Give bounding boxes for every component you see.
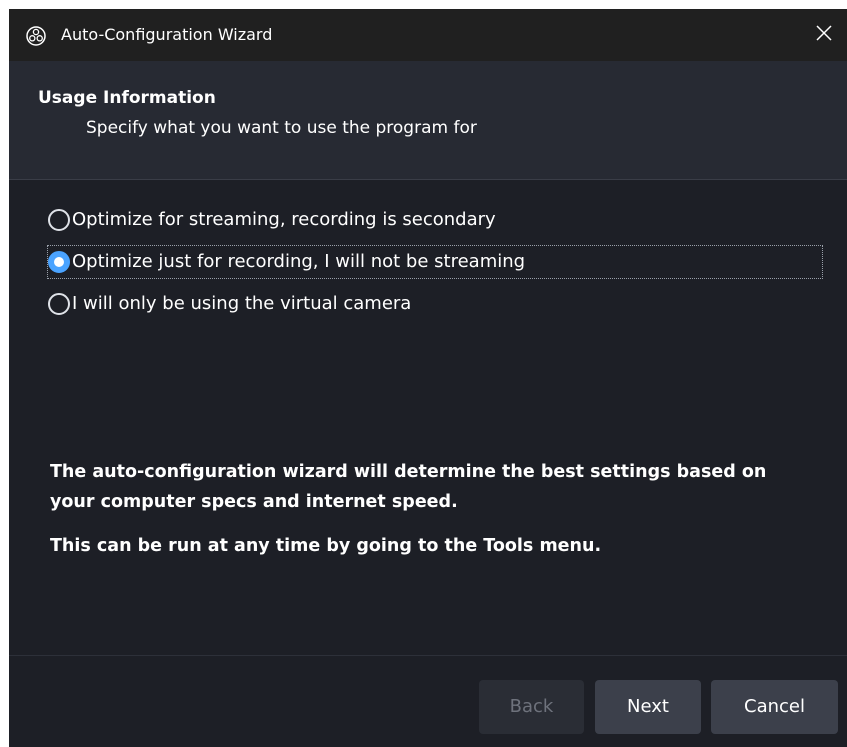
option-virtual-camera-radio[interactable]: I will only be using the virtual camera (48, 288, 822, 320)
title-bar: Auto-Configuration Wizard (9, 9, 847, 61)
footer-divider (9, 655, 847, 656)
option-streaming-radio[interactable]: Optimize for streaming, recording is sec… (48, 204, 822, 236)
option-recording-radio[interactable]: Optimize just for recording, I will not … (47, 245, 823, 279)
option-label: Optimize for streaming, recording is sec… (72, 209, 496, 230)
obs-logo-icon (26, 26, 46, 46)
option-label: I will only be using the virtual camera (72, 293, 412, 314)
page-title: Usage Information (38, 88, 216, 108)
radio-unchecked-icon[interactable] (48, 209, 70, 231)
close-icon (815, 24, 833, 46)
radio-unchecked-icon[interactable] (48, 293, 70, 315)
option-label: Optimize just for recording, I will not … (72, 251, 526, 272)
radio-checked-icon[interactable] (48, 251, 70, 273)
cancel-button[interactable]: Cancel (711, 680, 838, 734)
info-line-settings: The auto-configuration wizard will deter… (50, 462, 767, 512)
window-title: Auto-Configuration Wizard (61, 25, 273, 44)
usage-options-group: Optimize for streaming, recording is sec… (47, 204, 823, 330)
info-line-tools: This can be run at any time by going to … (50, 536, 602, 556)
next-button[interactable]: Next (595, 680, 701, 734)
info-text: The auto-configuration wizard will deter… (50, 457, 810, 561)
close-button[interactable] (801, 9, 847, 61)
back-button[interactable]: Back (479, 680, 584, 734)
page-subtitle: Specify what you want to use the program… (86, 118, 477, 138)
page-header: Usage Information Specify what you want … (9, 61, 847, 180)
wizard-window: Auto-Configuration Wizard Usage Informat… (9, 9, 847, 747)
